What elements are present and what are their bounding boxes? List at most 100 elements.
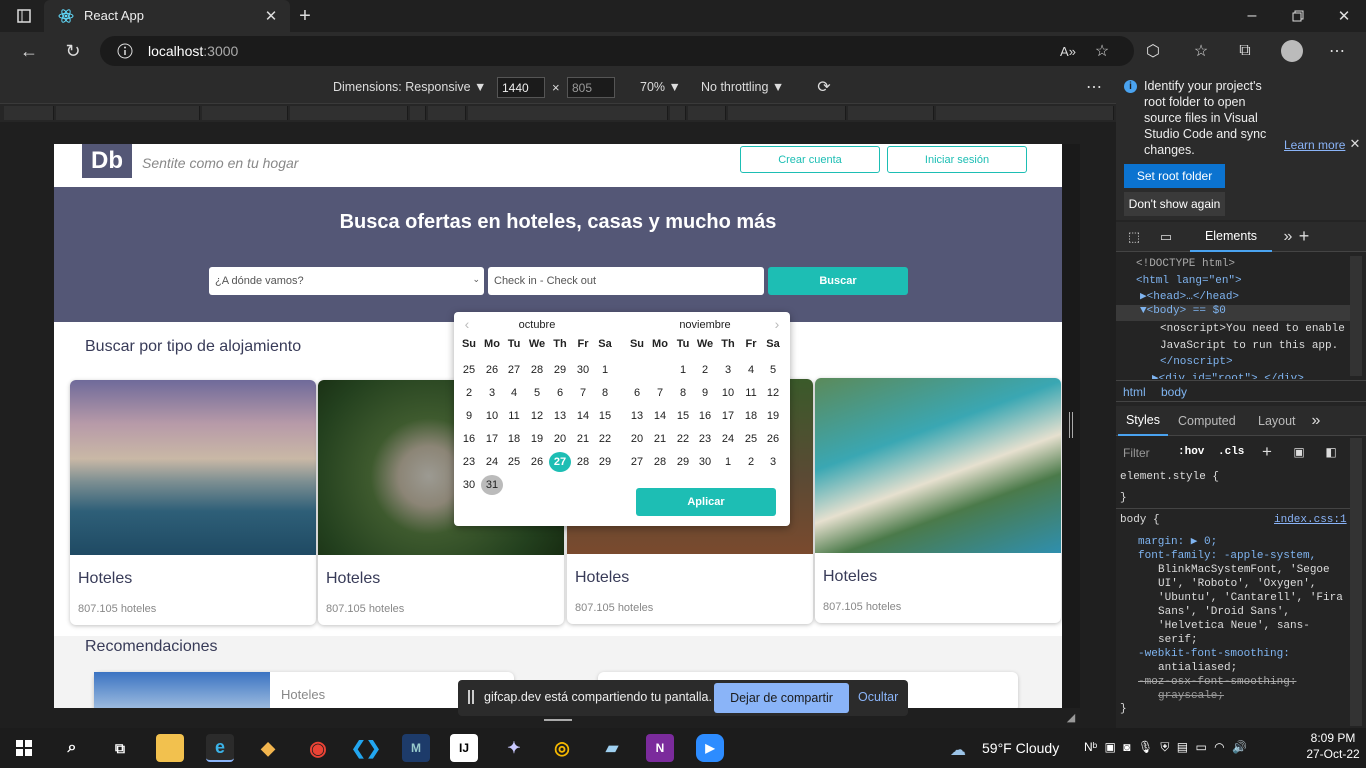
calendar-day[interactable]: 18 (503, 429, 525, 449)
tray-icons[interactable]: Nᵇ ▣ ◙ 🎙 ⛨ ▤ ▭ ◠ 🔊 (1084, 740, 1247, 755)
calendar-day[interactable]: 17 (481, 429, 503, 449)
calendar-day[interactable]: 22 (594, 429, 616, 449)
tab-computed[interactable]: Computed (1178, 414, 1236, 428)
calendar-day[interactable]: 4 (740, 360, 762, 380)
calendar-day[interactable]: 6 (549, 383, 571, 403)
filter-input[interactable]: Filter (1123, 446, 1150, 460)
new-rule-icon[interactable]: + (1258, 442, 1276, 462)
calendar-day[interactable]: 14 (649, 406, 671, 426)
hide-button[interactable]: Ocultar (858, 690, 898, 704)
inspect-icon[interactable]: ⬚ (1124, 228, 1144, 246)
chrome-icon[interactable]: ◉ (304, 734, 332, 762)
hov-toggle[interactable]: :hov (1178, 446, 1204, 458)
mic-icon[interactable]: 🎙 (1138, 740, 1153, 754)
calendar-day[interactable]: 15 (672, 406, 694, 426)
accommodation-card[interactable]: Hoteles 807.105 hoteles (815, 378, 1061, 623)
device-mode-icon[interactable]: ▭ (1156, 228, 1176, 246)
calendar-day[interactable]: 1 (594, 360, 616, 380)
calendar-day[interactable]: 21 (649, 429, 671, 449)
calendar-day[interactable]: 29 (594, 452, 616, 472)
wifi-icon[interactable]: ◠ (1214, 740, 1224, 754)
favorites-icon[interactable]: ☆ (1190, 40, 1212, 62)
resize-corner-icon[interactable]: ◢ (1064, 710, 1078, 724)
close-infobar-icon[interactable]: ✕ (1348, 136, 1362, 151)
create-account-button[interactable]: Crear cuenta (740, 146, 880, 173)
windows-start-icon[interactable] (10, 734, 38, 762)
calendar-day[interactable]: 4 (503, 383, 525, 403)
calendar-day[interactable]: 7 (572, 383, 594, 403)
tray-app-icon[interactable]: ▣ (1105, 740, 1116, 754)
calendar-day[interactable]: 17 (717, 406, 739, 426)
onenote-icon[interactable]: N (646, 734, 674, 762)
mysql-workbench-icon[interactable]: M (402, 734, 430, 762)
height-input[interactable]: 805 (567, 77, 615, 98)
tab-layout[interactable]: Layout (1258, 414, 1296, 428)
calendar-day[interactable]: 1 (672, 360, 694, 380)
tab-styles[interactable]: Styles (1118, 406, 1168, 436)
read-aloud-icon[interactable]: A» (1058, 42, 1078, 60)
calendar-day[interactable]: 28 (572, 452, 594, 472)
learn-more-link[interactable]: Learn more (1284, 138, 1345, 152)
calendar-day[interactable]: 16 (694, 406, 716, 426)
calendar-day[interactable]: 16 (458, 429, 480, 449)
postman-icon[interactable]: ✦ (500, 734, 528, 762)
calendar-day[interactable]: 14 (572, 406, 594, 426)
tab-elements[interactable]: Elements (1190, 222, 1272, 252)
teams-icon[interactable]: ◙ (1123, 740, 1130, 754)
apply-button[interactable]: Aplicar (636, 488, 776, 516)
site-logo[interactable]: Db (82, 144, 132, 178)
dom-line[interactable]: ▶<head>…</head> (1136, 289, 1242, 306)
calendar-day[interactable]: 12 (526, 406, 548, 426)
clock[interactable]: 8:09 PM 27-Oct-22 (1306, 731, 1360, 761)
throttling-select[interactable]: No throttling ▼ (701, 80, 784, 94)
search-icon[interactable]: ⌕ (58, 734, 86, 762)
calendar-day[interactable]: 27 (626, 452, 648, 472)
cls-toggle[interactable]: .cls (1218, 446, 1244, 458)
calendar-day[interactable]: 26 (481, 360, 503, 380)
calendar-day[interactable]: 9 (458, 406, 480, 426)
vscode-icon[interactable]: ❮❯ (351, 734, 381, 762)
calendar-day[interactable]: 23 (458, 452, 480, 472)
calendar-day[interactable]: 13 (549, 406, 571, 426)
calendar-day[interactable]: 26 (762, 429, 784, 449)
dates-input[interactable]: Check in - Check out (488, 267, 764, 295)
collections-icon[interactable]: ⧉ (1234, 40, 1256, 62)
profile-avatar[interactable] (1281, 40, 1303, 62)
calendar-day[interactable]: 11 (740, 383, 762, 403)
emulation-more-icon[interactable]: ⋯ (1084, 78, 1104, 96)
calendar-day[interactable]: 10 (717, 383, 739, 403)
dom-line[interactable]: <noscript>You need to enable (1160, 321, 1345, 338)
dom-line[interactable]: </noscript> (1160, 354, 1345, 371)
accommodation-card[interactable]: Hoteles 807.105 hoteles (70, 380, 316, 625)
calendar-day[interactable]: 30 (458, 475, 480, 495)
tab-actions-icon[interactable] (14, 6, 34, 26)
refresh-icon[interactable]: ↻ (62, 40, 84, 62)
file-explorer-icon[interactable] (156, 734, 184, 762)
intellij-icon[interactable]: IJ (450, 734, 478, 762)
calendar-day[interactable]: 24 (481, 452, 503, 472)
width-input[interactable]: 1440 (497, 77, 545, 98)
calendar-day[interactable]: 2 (458, 383, 480, 403)
edge-icon[interactable]: e (206, 734, 234, 762)
calendar-day[interactable]: 23 (694, 429, 716, 449)
calendar-day[interactable]: 3 (481, 383, 503, 403)
sidebar-toggle-icon[interactable]: ◧ (1322, 443, 1340, 461)
calendar-day[interactable]: 28 (649, 452, 671, 472)
dimensions-select[interactable]: Dimensions: Responsive ▼ (333, 80, 486, 94)
calendar-day[interactable]: 30 (694, 452, 716, 472)
css-line[interactable]: margin: ▶ 0; (1138, 535, 1343, 549)
minimize-icon[interactable]: – (1242, 6, 1262, 26)
new-tab-icon[interactable]: + (294, 4, 316, 28)
calendar-day[interactable]: 13 (626, 406, 648, 426)
calendar-day[interactable]: 11 (503, 406, 525, 426)
back-icon[interactable]: ← (18, 40, 40, 62)
styles-scrollbar[interactable] (1350, 438, 1362, 726)
calendar-day[interactable]: 8 (672, 383, 694, 403)
calendar-day[interactable]: 20 (549, 429, 571, 449)
calendar-day[interactable]: 15 (594, 406, 616, 426)
calendar-day[interactable]: 5 (762, 360, 784, 380)
calendar-day[interactable]: 8 (594, 383, 616, 403)
calendar-day[interactable]: 6 (626, 383, 648, 403)
chrome-canary-icon[interactable]: ◎ (548, 734, 576, 762)
calendar-day[interactable]: 10 (481, 406, 503, 426)
